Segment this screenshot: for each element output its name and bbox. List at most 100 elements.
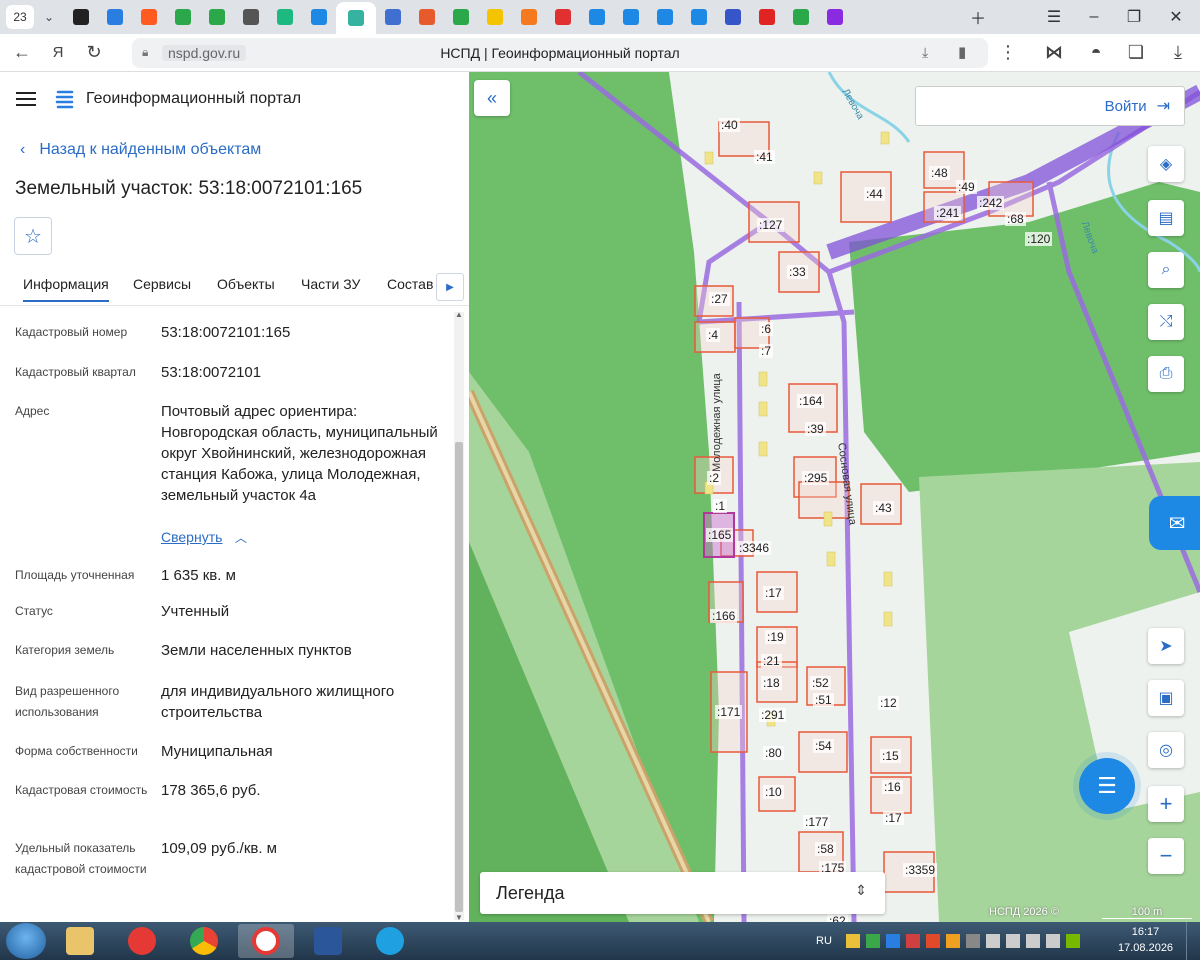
back-arrow-icon[interactable]: ← — [4, 35, 40, 71]
tab-parts[interactable]: Части ЗУ — [301, 276, 360, 292]
tab-list-chevron-icon[interactable]: ⌄ — [34, 3, 64, 31]
browser-tab[interactable] — [648, 3, 682, 31]
parcel-label[interactable]: :21 — [761, 654, 782, 668]
tab-count[interactable]: 23 — [6, 5, 34, 29]
tray-icons[interactable] — [845, 934, 1080, 948]
parcel-label[interactable]: :3346 — [737, 541, 772, 555]
browser-tab[interactable] — [132, 3, 166, 31]
select-area-button[interactable]: ⌕ — [1148, 252, 1184, 288]
minimize-button[interactable]: – — [1074, 0, 1114, 34]
clock[interactable]: 16:17 17.08.2026 — [1118, 924, 1173, 956]
extension-icon[interactable]: ⋈ — [1036, 35, 1072, 71]
browser-tab[interactable] — [716, 3, 750, 31]
back-to-results-link[interactable]: ‹ Назад к найденным объектам — [20, 141, 261, 159]
browser-tab[interactable] — [682, 3, 716, 31]
browser-tab[interactable] — [478, 3, 512, 31]
parcel-label[interactable]: :166 — [710, 609, 738, 623]
parcel-label[interactable]: :295 — [802, 471, 830, 485]
browser-tab[interactable] — [444, 3, 478, 31]
browser-tab[interactable] — [64, 3, 98, 31]
tab-services[interactable]: Сервисы — [133, 276, 191, 292]
new-tab-button[interactable]: ＋ — [958, 0, 998, 34]
parcel-label[interactable]: :241 — [934, 206, 962, 220]
browser-tab[interactable] — [750, 3, 784, 31]
parcel-label[interactable]: :15 — [880, 749, 901, 763]
collapse-panel-button[interactable]: « — [474, 80, 510, 116]
parcel-label[interactable]: :16 — [882, 780, 903, 794]
zoom-in-button[interactable]: + — [1148, 786, 1184, 822]
parcel-label[interactable]: :12 — [878, 696, 899, 710]
scrollbar-thumb[interactable] — [455, 442, 463, 912]
browser-tab[interactable] — [376, 3, 410, 31]
scroll-up-icon[interactable]: ▲ — [455, 310, 463, 319]
parcel-label[interactable]: :242 — [977, 196, 1005, 210]
parcel-label[interactable]: :54 — [813, 739, 834, 753]
start-button[interactable] — [6, 923, 46, 959]
parcel-label[interactable]: :3359 — [903, 863, 938, 877]
parcel-label[interactable]: :7 — [759, 344, 774, 358]
parcel-label[interactable]: :1 — [713, 499, 728, 513]
search-location-button[interactable]: ◎ — [1148, 732, 1184, 768]
parcel-label[interactable]: :291 — [759, 708, 787, 722]
close-window-button[interactable]: ✕ — [1156, 0, 1196, 34]
parcel-label[interactable]: :164 — [797, 394, 825, 408]
parcel-label[interactable]: :62 — [827, 914, 848, 922]
url-field[interactable]: 🔒︎ nspd.gov.ru НСПД | Геоинформационный … — [132, 38, 988, 68]
browser-tab[interactable] — [580, 3, 614, 31]
map-view[interactable]: Молодежная улица Сосновая улица Левоча Л… — [469, 72, 1200, 922]
panel-scrollbar[interactable]: ▲ ▼ — [454, 310, 464, 922]
parcel-label[interactable]: :27 — [709, 292, 730, 306]
print-button[interactable]: ⎙ — [1148, 356, 1184, 392]
hamburger-menu-icon[interactable] — [16, 92, 36, 106]
browser-tab[interactable] — [784, 3, 818, 31]
parcel-label[interactable]: :48 — [929, 166, 950, 180]
parcel-label[interactable]: :4 — [706, 328, 721, 342]
tab-objects[interactable]: Объекты — [217, 276, 275, 292]
browser-tab[interactable] — [234, 3, 268, 31]
restore-button[interactable]: ❐ — [1114, 0, 1154, 34]
parcel-label[interactable]: :127 — [757, 218, 785, 232]
browser-tab[interactable] — [614, 3, 648, 31]
browser-tab[interactable] — [410, 3, 444, 31]
parcel-label[interactable]: :40 — [719, 118, 740, 132]
parcel-label[interactable]: :120 — [1025, 232, 1053, 246]
bookmark-icon[interactable]: ▮ — [958, 43, 966, 61]
parcel-label[interactable]: :171 — [715, 705, 743, 719]
login-button[interactable]: Войти ⇥ — [915, 86, 1185, 126]
layers-button[interactable]: ◈ — [1148, 146, 1184, 182]
parcel-label[interactable]: :17 — [883, 811, 904, 825]
browser-tab[interactable] — [268, 3, 302, 31]
tab-composition[interactable]: Состав — [387, 276, 433, 292]
chat-button[interactable]: ☰ — [1079, 758, 1135, 814]
ie-icon[interactable] — [362, 924, 418, 958]
scroll-down-icon[interactable]: ▼ — [455, 913, 463, 922]
collections-icon[interactable]: ❏ — [1118, 35, 1154, 71]
parcel-label[interactable]: :6 — [759, 322, 774, 336]
yandex-active-icon[interactable] — [238, 924, 294, 958]
browser-tab[interactable] — [166, 3, 200, 31]
tabs-scroll-right-button[interactable]: ▶ — [436, 273, 464, 301]
geolocation-button[interactable]: ➤ — [1148, 628, 1184, 664]
tab-info[interactable]: Информация — [23, 276, 109, 302]
parcel-label[interactable]: :10 — [763, 785, 784, 799]
parcel-label[interactable]: :39 — [805, 422, 826, 436]
ruler-button[interactable]: ▤ — [1148, 200, 1184, 236]
parcel-label[interactable]: :41 — [754, 150, 775, 164]
chrome-icon[interactable] — [176, 924, 232, 958]
yandex-icon[interactable]: Я — [40, 35, 76, 71]
menu-icon[interactable]: ☰ — [1034, 0, 1074, 34]
yandex-browser-icon[interactable] — [114, 924, 170, 958]
parcel-label[interactable]: :80 — [763, 746, 784, 760]
more-icon[interactable]: ⋮ — [990, 35, 1026, 71]
parcel-label[interactable]: :52 — [810, 676, 831, 690]
minimap-button[interactable]: ▣ — [1148, 680, 1184, 716]
parcel-label[interactable]: :17 — [763, 586, 784, 600]
browser-tab[interactable] — [98, 3, 132, 31]
legend-panel[interactable]: Легенда ⇕ — [480, 872, 885, 914]
browser-tab[interactable] — [336, 2, 376, 34]
browser-tab[interactable] — [200, 3, 234, 31]
share-button[interactable]: ⤭ — [1148, 304, 1184, 340]
zoom-out-button[interactable]: − — [1148, 838, 1184, 874]
browser-tab[interactable] — [546, 3, 580, 31]
downloads-icon[interactable]: ⤓ — [1160, 35, 1196, 71]
